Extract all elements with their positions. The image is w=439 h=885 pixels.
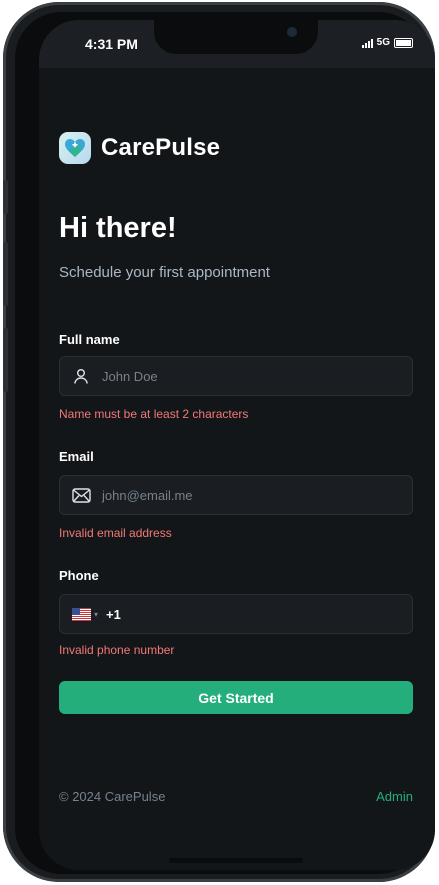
phone-frame: 4:31 PM 5G CarePulse Hi there! Schedule …	[3, 2, 435, 882]
phone-volume-up	[3, 242, 8, 306]
battery-icon	[394, 37, 413, 48]
us-flag-icon[interactable]	[72, 607, 91, 621]
phone-error: Invalid phone number	[59, 643, 175, 657]
user-icon	[60, 367, 102, 385]
full-name-field[interactable]: John Doe	[59, 356, 413, 396]
get-started-button[interactable]: Get Started	[59, 681, 413, 714]
full-name-placeholder: John Doe	[102, 368, 158, 384]
camera-icon	[287, 27, 297, 37]
phone-volume-down	[3, 328, 8, 392]
copyright-text: © 2024 CarePulse	[59, 789, 166, 804]
brand-name: CarePulse	[101, 134, 221, 161]
page-title: Hi there!	[59, 212, 177, 244]
status-time: 4:31 PM	[85, 36, 138, 52]
admin-link[interactable]: Admin	[376, 789, 413, 804]
email-label: Email	[59, 449, 94, 464]
phone-mute-switch	[3, 180, 8, 214]
notch	[154, 20, 318, 54]
mail-icon	[60, 487, 102, 503]
signal-icon	[361, 38, 373, 48]
full-name-error: Name must be at least 2 characters	[59, 407, 249, 421]
brand-logo[interactable]: CarePulse	[59, 132, 220, 164]
country-code: +1	[106, 606, 121, 622]
home-indicator[interactable]	[169, 858, 303, 863]
email-placeholder: john@email.me	[102, 487, 193, 503]
email-error: Invalid email address	[59, 526, 172, 540]
status-icons: 5G	[361, 37, 413, 48]
chevron-down-icon[interactable]: ▾	[94, 610, 98, 619]
heart-plus-icon	[59, 132, 91, 164]
full-name-label: Full name	[59, 332, 120, 347]
app-screen: 4:31 PM 5G CarePulse Hi there! Schedule …	[39, 20, 435, 870]
network-label: 5G	[376, 37, 390, 48]
page-subtitle: Schedule your first appointment	[59, 264, 270, 281]
phone-label: Phone	[59, 568, 99, 583]
phone-field[interactable]: ▾ +1	[59, 594, 413, 634]
email-field[interactable]: john@email.me	[59, 475, 413, 515]
status-bar: 4:31 PM 5G	[39, 20, 435, 68]
